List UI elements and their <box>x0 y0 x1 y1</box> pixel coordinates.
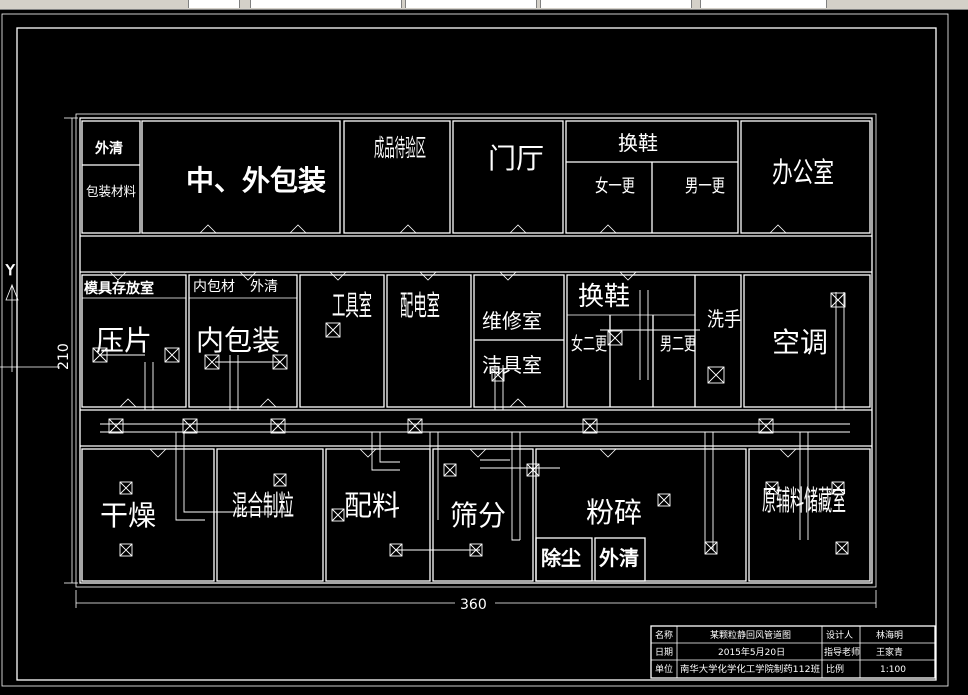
ucs-axis-icon: Y <box>0 263 60 372</box>
room-label-huan-xie-top: 换鞋 <box>618 131 658 155</box>
height-dimension-label: 210 <box>56 343 72 370</box>
room-label-nv-er-geng: 女二更 <box>571 334 607 355</box>
room-label-mo-ju: 模具存放室 <box>84 280 154 297</box>
room-label-nan-yi-geng: 男一更 <box>685 176 725 197</box>
title-block: 名称 某颗粒静回风管道图 设计人 林海明 日期 2015年5月20日 指导老师 … <box>650 625 936 679</box>
room-label-nei-bao-cai: 内包材 <box>193 279 235 295</box>
title-block-advisor-label: 指导老师 <box>824 646 860 658</box>
title-block-scale-value: 1:100 <box>880 665 906 675</box>
title-block-designer-label: 设计人 <box>826 629 853 641</box>
room-label-gan-zao: 干燥 <box>100 499 156 532</box>
room-label-gong-ju-shi: 工具室 <box>332 289 372 322</box>
title-block-advisor-value: 王家青 <box>876 646 903 658</box>
room-label-wai-qing-mid: 外清 <box>250 279 278 295</box>
title-block-scale-label: 比例 <box>826 663 844 675</box>
y-axis-label: Y <box>5 263 15 279</box>
dimension-vertical: 210 <box>56 117 78 584</box>
room-label-shai-fen: 筛分 <box>450 499 506 532</box>
room-label-chu-chen: 除尘 <box>541 546 581 570</box>
room-label-hun-he-zhi-li: 混合制粒 <box>232 489 294 522</box>
room-label-pei-dian-shi: 配电室 <box>400 289 440 322</box>
title-block-designer-value: 林海明 <box>876 629 903 641</box>
room-label-fen-sui: 粉碎 <box>586 496 642 529</box>
room-label-pei-liao: 配料 <box>344 489 400 522</box>
room-label-cheng-pin: 成品待验区 <box>374 134 426 162</box>
room-label-nan-er-geng: 男二更 <box>660 334 696 355</box>
dimension-horizontal: 360 <box>75 590 877 613</box>
room-label-bao-zhuang-cai-liao: 包装材料 <box>86 185 136 200</box>
room-label-kong-tiao: 空调 <box>772 326 828 359</box>
room-label-nei-bao-zhuang: 内包装 <box>196 324 280 357</box>
room-label-ban-gong-shi: 办公室 <box>772 156 834 189</box>
room-label-wai-qing-bottom: 外清 <box>599 546 639 570</box>
room-labels: 外清 包装材料 中、外包装 成品待验区 门厅 换鞋 女一更 男一更 办公室 模具… <box>84 131 846 570</box>
title-block-date-label: 日期 <box>655 647 673 658</box>
room-label-ya-pian: 压片 <box>96 324 152 357</box>
title-block-unit-value: 南华大学化学化工学院制药112班 <box>680 663 820 675</box>
room-label-xi-shou: 洗手 <box>707 307 741 331</box>
room-label-jie-ju-shi: 洁具室 <box>482 353 542 377</box>
width-dimension-label: 360 <box>460 597 487 613</box>
title-block-unit-label: 单位 <box>655 663 673 675</box>
title-block-name-label: 名称 <box>655 629 673 641</box>
room-label-zhong-wai-bao-zhuang: 中、外包装 <box>186 164 326 197</box>
room-label-huan-xie-mid: 换鞋 <box>578 282 630 312</box>
title-block-name-value: 某颗粒静回风管道图 <box>710 629 791 641</box>
room-label-wei-xiu-shi: 维修室 <box>482 309 542 333</box>
room-label-nv-yi-geng: 女一更 <box>595 176 635 197</box>
room-label-men-ting: 门厅 <box>488 142 544 175</box>
cad-drawing-canvas[interactable]: 外清 包装材料 中、外包装 成品待验区 门厅 换鞋 女一更 男一更 办公室 模具… <box>0 0 968 695</box>
title-block-date-value: 2015年5月20日 <box>718 646 785 658</box>
room-label-wai-qing-top: 外清 <box>95 140 123 157</box>
room-label-yuan-fu-liao: 原辅料储藏室 <box>762 484 846 517</box>
